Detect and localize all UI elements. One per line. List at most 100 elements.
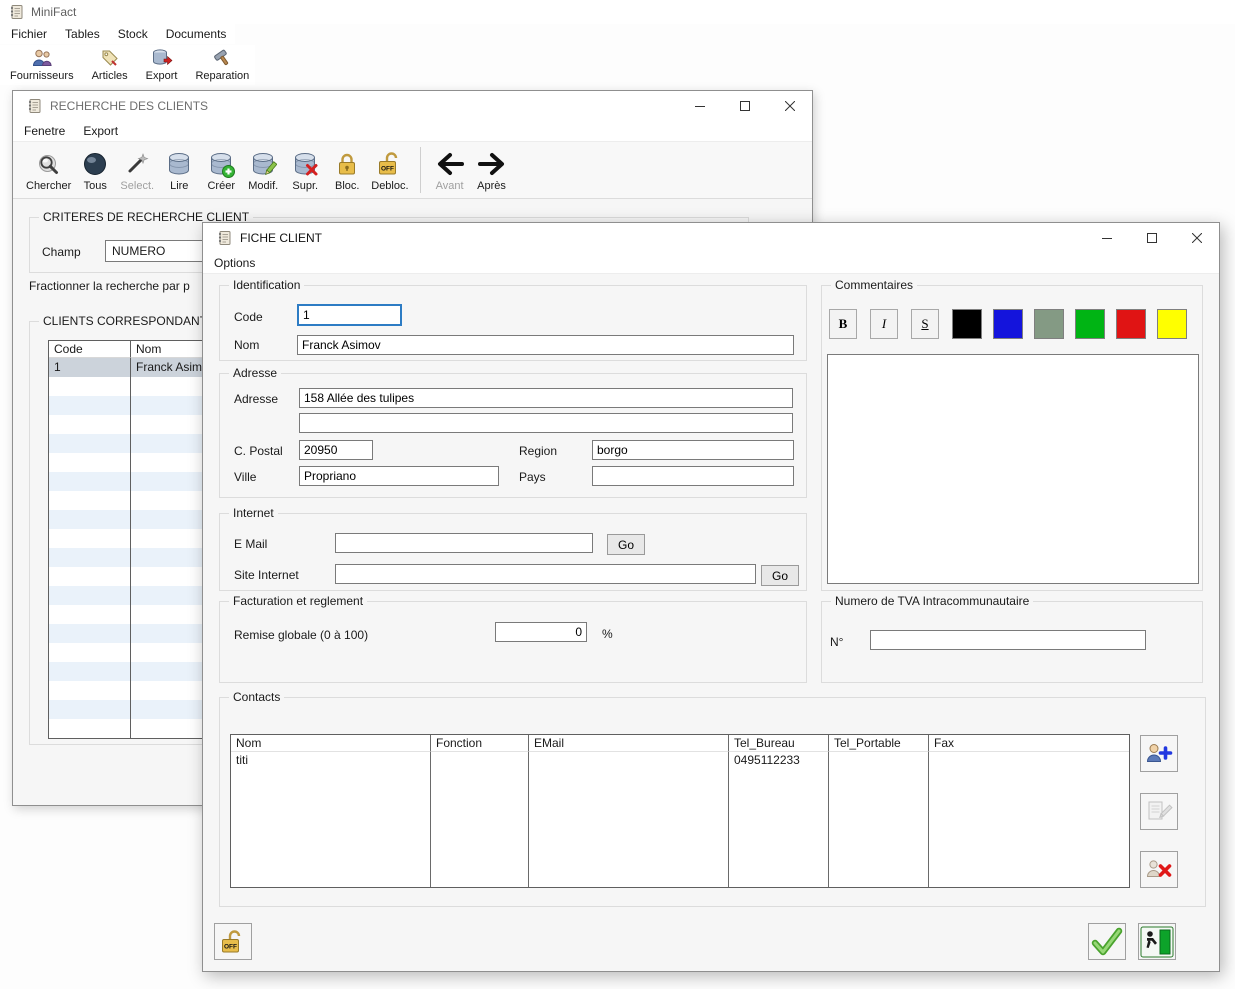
- export-icon: [151, 47, 173, 69]
- comments-textarea[interactable]: [827, 354, 1199, 584]
- cell: [49, 567, 131, 586]
- toolbar-button-avant: Avant: [429, 144, 471, 196]
- color-swatch-1[interactable]: [952, 309, 982, 339]
- pays-input[interactable]: [592, 466, 794, 486]
- close-button[interactable]: [767, 91, 812, 121]
- column-header-code[interactable]: Code: [49, 341, 131, 358]
- menu-item-fichier[interactable]: Fichier: [2, 24, 56, 44]
- email-go-button[interactable]: Go: [607, 534, 645, 555]
- close-button[interactable]: [1174, 223, 1219, 253]
- remise-input[interactable]: [495, 622, 587, 642]
- site-go-button[interactable]: Go: [761, 565, 799, 586]
- cell: [49, 624, 131, 643]
- cell: [929, 752, 1129, 770]
- desktop: MiniFact FichierTablesStockDocuments Fou…: [0, 0, 1235, 989]
- cpostal-input[interactable]: [299, 440, 373, 460]
- cell: [829, 770, 929, 887]
- menu-item-stock[interactable]: Stock: [109, 24, 157, 44]
- column-header-fax: Fax: [929, 735, 1129, 752]
- repair-icon: [211, 47, 233, 69]
- add-contact-button[interactable]: [1140, 735, 1178, 772]
- delete-contact-button[interactable]: [1140, 851, 1178, 888]
- percent-label: %: [602, 627, 613, 641]
- menu-item-export[interactable]: Export: [74, 121, 127, 141]
- app-menubar: FichierTablesStockDocuments: [0, 24, 235, 44]
- toolbar-button-modif[interactable]: Modif.: [242, 144, 284, 196]
- toolbar-button-fournisseurs[interactable]: Fournisseurs: [4, 45, 80, 84]
- internet-group: Internet E Mail Go Site Internet Go: [219, 513, 807, 591]
- color-swatch-5[interactable]: [1116, 309, 1146, 339]
- modify-icon: [249, 149, 277, 179]
- toolbar-button-chercher[interactable]: Chercher: [23, 144, 74, 196]
- menu-item-documents[interactable]: Documents: [157, 24, 236, 44]
- menu-item-options[interactable]: Options: [205, 253, 264, 273]
- menu-item-fenetre[interactable]: Fenetre: [15, 121, 74, 141]
- nom-input[interactable]: [297, 335, 794, 355]
- unlock-toggle-button[interactable]: OFF: [214, 923, 252, 960]
- maximize-icon: [740, 101, 750, 111]
- cell: [49, 662, 131, 681]
- cell: [49, 643, 131, 662]
- color-swatch-2[interactable]: [993, 309, 1023, 339]
- toolbar-button-apr-s[interactable]: Après: [471, 144, 513, 196]
- code-input[interactable]: [297, 304, 402, 326]
- nom-label: Nom: [234, 338, 259, 352]
- toolbar-separator: [420, 147, 421, 193]
- menu-item-tables[interactable]: Tables: [56, 24, 109, 44]
- site-input[interactable]: [335, 564, 756, 584]
- color-swatch-6[interactable]: [1157, 309, 1187, 339]
- adresse2-input[interactable]: [299, 413, 793, 433]
- toolbar-button-lire[interactable]: Lire: [158, 144, 200, 196]
- toolbar-label: Debloc.: [371, 180, 408, 192]
- window-controls: [1084, 223, 1219, 253]
- email-input[interactable]: [335, 533, 593, 553]
- fiche-client-window: FICHE CLIENT Options Identification Code…: [202, 222, 1220, 972]
- toolbar-button-tous[interactable]: Tous: [74, 144, 116, 196]
- exit-button[interactable]: [1138, 923, 1176, 960]
- color-swatch-4[interactable]: [1075, 309, 1105, 339]
- toolbar-button-supr[interactable]: Supr.: [284, 144, 326, 196]
- cell: [829, 752, 929, 770]
- toolbar-button-articles[interactable]: Articles: [86, 45, 134, 84]
- toolbar-button-cr-er[interactable]: Créer: [200, 144, 242, 196]
- toolbar-button-bloc[interactable]: Bloc.: [326, 144, 368, 196]
- contacts-table-row[interactable]: titi0495112233: [231, 752, 1129, 770]
- read-icon: [165, 149, 193, 179]
- minimize-icon: [695, 101, 705, 111]
- tva-legend: Numero de TVA Intracommunautaire: [831, 594, 1033, 608]
- internet-legend: Internet: [229, 506, 278, 520]
- svg-text:OFF: OFF: [381, 165, 394, 172]
- adresse-group: Adresse Adresse C. Postal Region Ville P…: [219, 373, 807, 498]
- champ-value: NUMERO: [112, 244, 165, 258]
- toolbar-label: Bloc.: [335, 180, 359, 192]
- bold-button[interactable]: B: [829, 309, 857, 339]
- validate-button[interactable]: [1088, 923, 1126, 960]
- results-legend: CLIENTS CORRESPONDANT: [39, 314, 211, 328]
- cell: [49, 472, 131, 491]
- fractionner-label: Fractionner la recherche par p: [29, 279, 190, 293]
- window-icon: [26, 98, 42, 114]
- pays-label: Pays: [519, 470, 546, 484]
- toolbar-label: Lire: [170, 180, 188, 192]
- color-swatch-3[interactable]: [1034, 309, 1064, 339]
- cell: [49, 491, 131, 510]
- minimize-button[interactable]: [677, 91, 722, 121]
- maximize-button[interactable]: [722, 91, 767, 121]
- edit-contact-icon: [1145, 798, 1173, 826]
- toolbar-button-reparation[interactable]: Reparation: [189, 45, 255, 84]
- identification-legend: Identification: [229, 278, 304, 292]
- region-input[interactable]: [592, 440, 794, 460]
- toolbar-button-debloc[interactable]: OFF Debloc.: [368, 144, 411, 196]
- search-window-title: RECHERCHE DES CLIENTS: [50, 99, 208, 113]
- ville-input[interactable]: [299, 466, 499, 486]
- adresse-input[interactable]: [299, 388, 793, 408]
- toolbar-button-export[interactable]: Export: [140, 45, 184, 84]
- minimize-button[interactable]: [1084, 223, 1129, 253]
- app-titlebar: MiniFact: [0, 0, 1235, 24]
- tva-number-input[interactable]: [870, 630, 1146, 650]
- search-window-titlebar: RECHERCHE DES CLIENTS: [13, 91, 812, 121]
- maximize-button[interactable]: [1129, 223, 1174, 253]
- cell: [529, 770, 729, 887]
- italic-button[interactable]: I: [870, 309, 898, 339]
- underline-button[interactable]: S: [911, 309, 939, 339]
